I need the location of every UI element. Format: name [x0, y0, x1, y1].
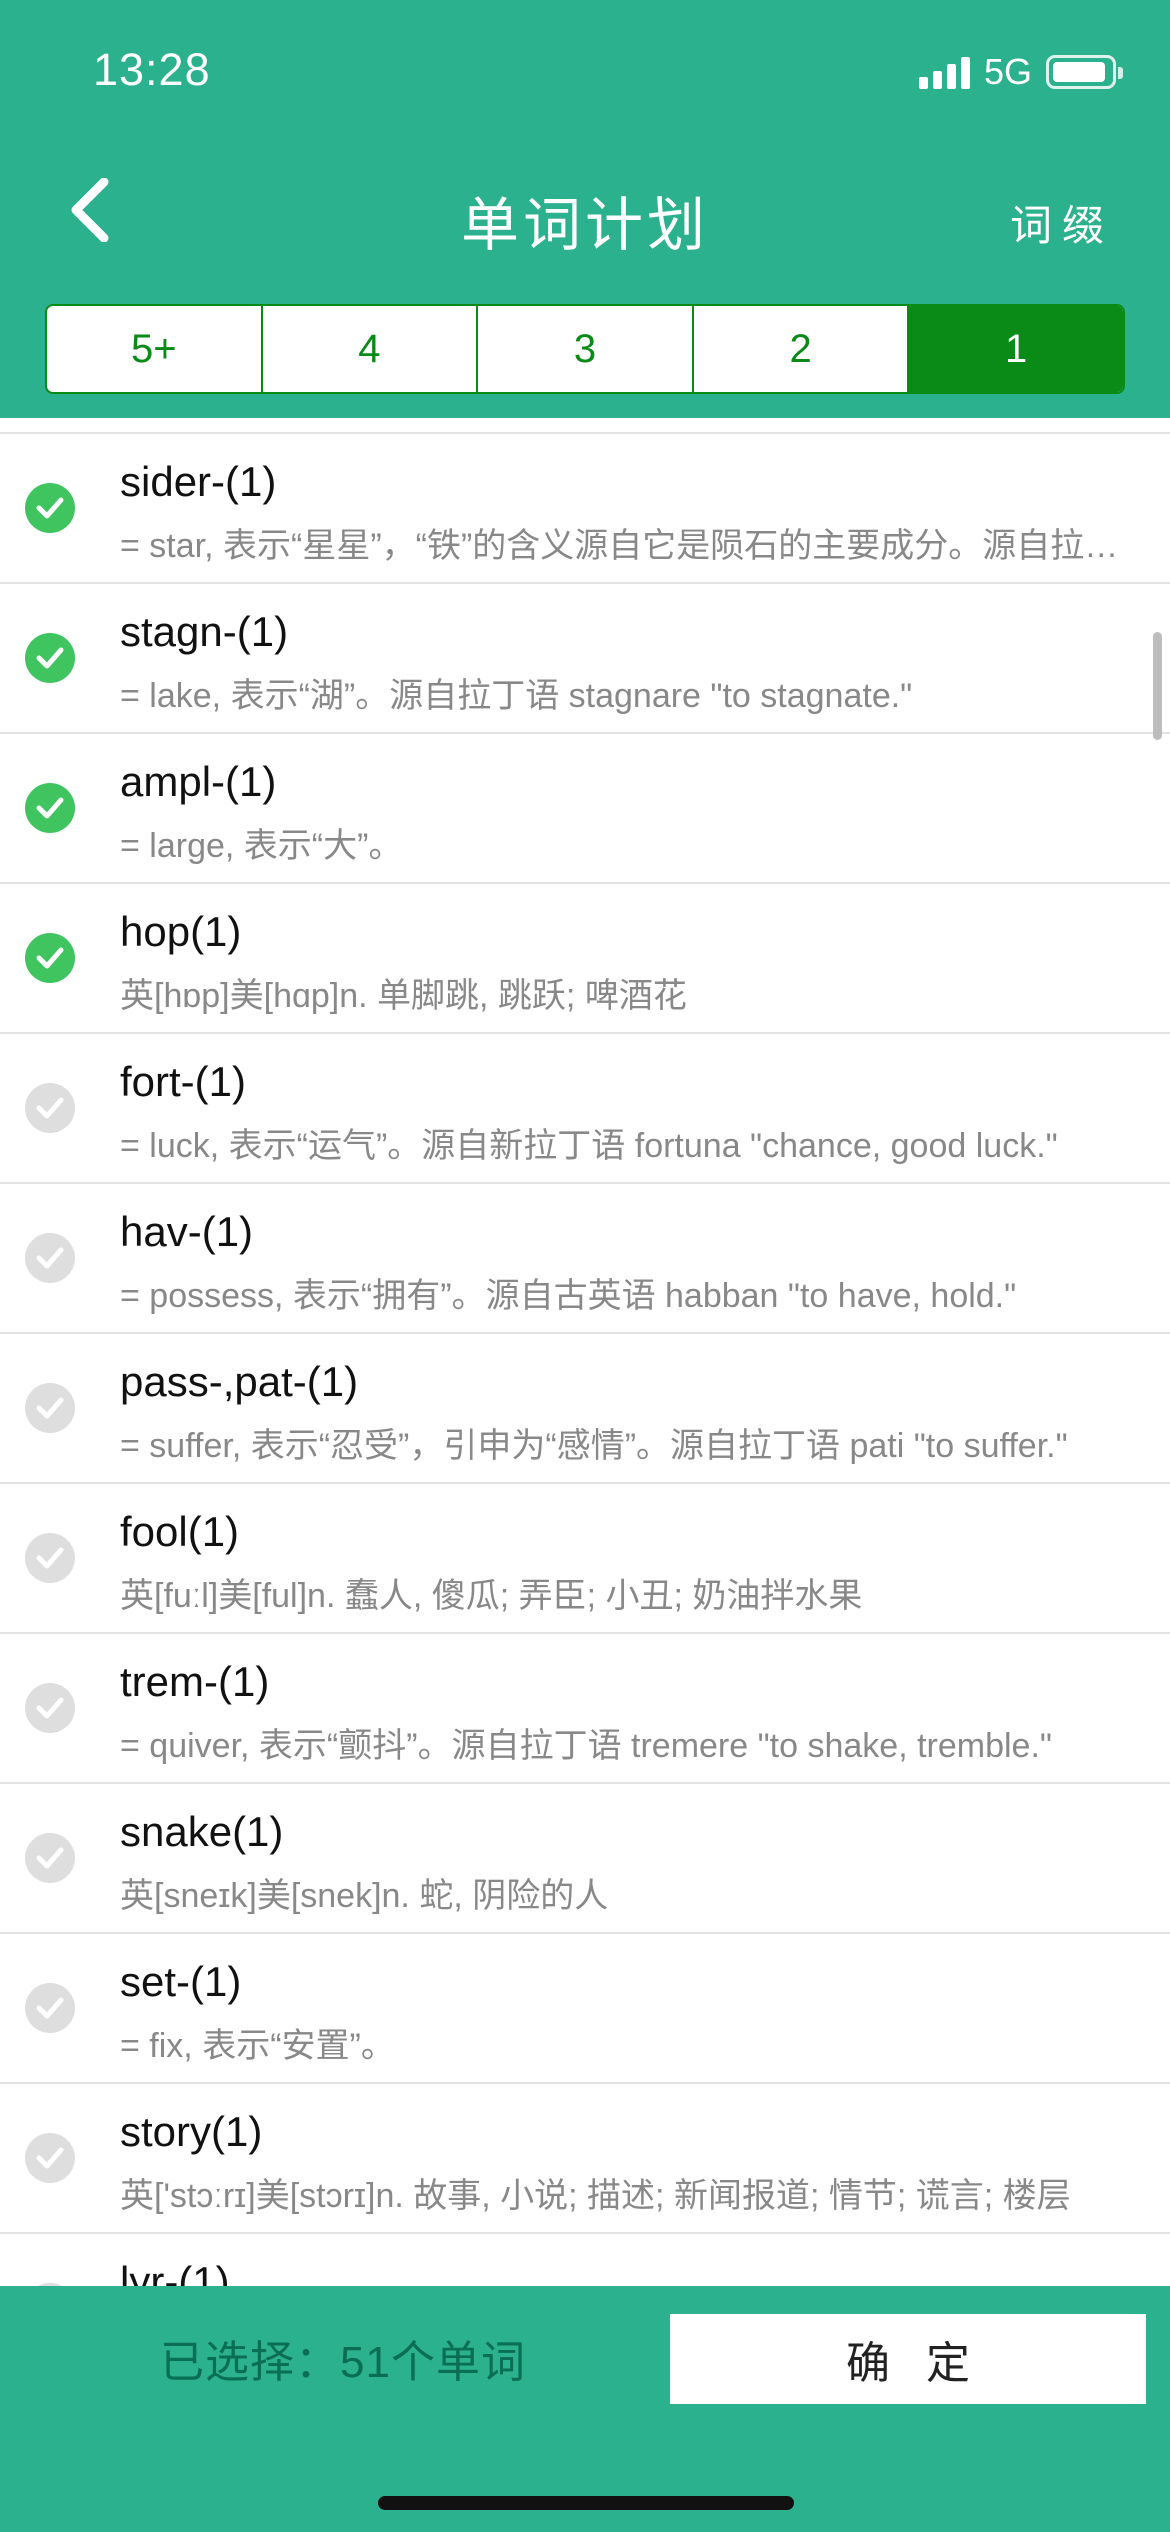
list-item[interactable]: sider-(1) = star, 表示“星星”，“铁”的含义源自它是陨石的主要成…	[0, 434, 1170, 584]
status-time: 13:28	[93, 44, 211, 95]
word-title: stagn-(1)	[120, 608, 289, 655]
checkmark-icon[interactable]	[25, 1833, 75, 1883]
word-title: lyr-(1)	[120, 2258, 230, 2286]
checkmark-icon[interactable]	[25, 783, 75, 833]
segment-1[interactable]: 4	[263, 306, 479, 392]
list-item[interactable]: hop(1) 英[hɒp]美[hɑp]n. 单脚跳, 跳跃; 啤酒花	[0, 884, 1170, 1034]
word-description: 英['stɔːrɪ]美[stɔrɪ]n. 故事, 小说; 描述; 新闻报道; 情…	[120, 2177, 1071, 2215]
word-description: = possess, 表示“拥有”。源自古英语 habban "to have,…	[120, 1277, 1017, 1315]
word-description: = quiver, 表示“颤抖”。源自拉丁语 tremere "to shake…	[120, 1727, 1052, 1765]
word-title: hav-(1)	[120, 1208, 254, 1255]
list-item[interactable]: snake(1) 英[sneɪk]美[snek]n. 蛇, 阴险的人	[0, 1784, 1170, 1934]
word-title: fort-(1)	[120, 1058, 246, 1105]
status-indicators: 5G	[918, 50, 1123, 94]
checkmark-icon[interactable]	[25, 483, 75, 533]
list-item[interactable]: fort-(1) = luck, 表示“运气”。源自新拉丁语 fortuna "c…	[0, 1034, 1170, 1184]
word-title: pass-,pat-(1)	[120, 1358, 359, 1405]
header: 13:28 5G 单词计划 词缀 5+ 4 3 2 1	[0, 0, 1170, 418]
list-item[interactable]: story(1) 英['stɔːrɪ]美[stɔrɪ]n. 故事, 小说; 描述;…	[0, 2084, 1170, 2234]
checkmark-icon[interactable]	[25, 1383, 75, 1433]
segment-3[interactable]: 2	[694, 306, 910, 392]
word-description: 英[hɒp]美[hɑp]n. 单脚跳, 跳跃; 啤酒花	[120, 977, 687, 1015]
segment-0[interactable]: 5+	[47, 306, 263, 392]
word-title: story(1)	[120, 2108, 263, 2155]
list-item[interactable]: hav-(1) = possess, 表示“拥有”。源自古英语 habban "t…	[0, 1184, 1170, 1334]
list-item[interactable]: ampl-(1) = large, 表示“大”。	[0, 734, 1170, 884]
list-item[interactable]: stagn-(1) = lake, 表示“湖”。源自拉丁语 stagnare "t…	[0, 584, 1170, 734]
checkmark-icon[interactable]	[25, 1533, 75, 1583]
checkmark-icon[interactable]	[25, 933, 75, 983]
word-title: hop(1)	[120, 908, 242, 955]
word-title: fool(1)	[120, 1508, 240, 1555]
word-description: = large, 表示“大”。	[120, 827, 403, 865]
checkmark-icon[interactable]	[25, 633, 75, 683]
list-item[interactable]: lyr-(1)	[0, 2234, 1170, 2286]
list-item[interactable]: set-(1) = fix, 表示“安置”。	[0, 1934, 1170, 2084]
affix-button[interactable]: 词缀	[1010, 192, 1114, 253]
list-item[interactable]: trem-(1) = quiver, 表示“颤抖”。源自拉丁语 tremere "…	[0, 1634, 1170, 1784]
word-description: = fix, 表示“安置”。	[120, 2027, 395, 2065]
footer: 已选择：51个单词 确定	[0, 2286, 1170, 2532]
list-item[interactable]: fool(1) 英[fuːl]美[ful]n. 蠢人, 傻瓜; 弄臣; 小丑; 奶…	[0, 1484, 1170, 1634]
word-title: set-(1)	[120, 1958, 242, 2005]
word-title: ampl-(1)	[120, 758, 277, 805]
checkmark-icon[interactable]	[25, 2133, 75, 2183]
word-title: sider-(1)	[120, 458, 277, 505]
word-description: 英[fuːl]美[ful]n. 蠢人, 傻瓜; 弄臣; 小丑; 奶油拌水果	[120, 1577, 863, 1615]
word-description: = lake, 表示“湖”。源自拉丁语 stagnare "to stagnat…	[120, 677, 913, 715]
word-title: snake(1)	[120, 1808, 284, 1855]
frequency-segmented-control: 5+ 4 3 2 1	[45, 304, 1125, 394]
word-description: = suffer, 表示“忍受”，引申为“感情”。源自拉丁语 pati "to …	[120, 1427, 1068, 1465]
selected-count: 已选择：51个单词	[160, 2338, 526, 2387]
checkmark-icon[interactable]	[25, 1683, 75, 1733]
word-title: trem-(1)	[120, 1658, 270, 1705]
word-description: 英[sneɪk]美[snek]n. 蛇, 阴险的人	[120, 1877, 609, 1915]
signal-icon	[918, 55, 970, 89]
segment-2[interactable]: 3	[478, 306, 694, 392]
word-list[interactable]: sider-(1) = star, 表示“星星”，“铁”的含义源自它是陨石的主要成…	[0, 432, 1170, 2286]
network-label: 5G	[983, 51, 1032, 92]
confirm-button[interactable]: 确定	[670, 2314, 1146, 2404]
battery-icon	[1046, 55, 1123, 89]
word-description: = luck, 表示“运气”。源自新拉丁语 fortuna "chance, g…	[120, 1127, 1058, 1165]
list-item[interactable]: pass-,pat-(1) = suffer, 表示“忍受”，引申为“感情”。源自…	[0, 1334, 1170, 1484]
page-title: 单词计划	[460, 193, 709, 258]
home-indicator	[378, 2496, 794, 2510]
scrollbar[interactable]	[1153, 632, 1162, 740]
checkmark-icon[interactable]	[25, 1083, 75, 1133]
word-description: = star, 表示“星星”，“铁”的含义源自它是陨石的主要成分。源自拉丁语	[120, 527, 1140, 565]
checkmark-icon[interactable]	[25, 1233, 75, 1283]
checkmark-icon[interactable]	[25, 1983, 75, 2033]
segment-4[interactable]: 1	[909, 306, 1123, 392]
